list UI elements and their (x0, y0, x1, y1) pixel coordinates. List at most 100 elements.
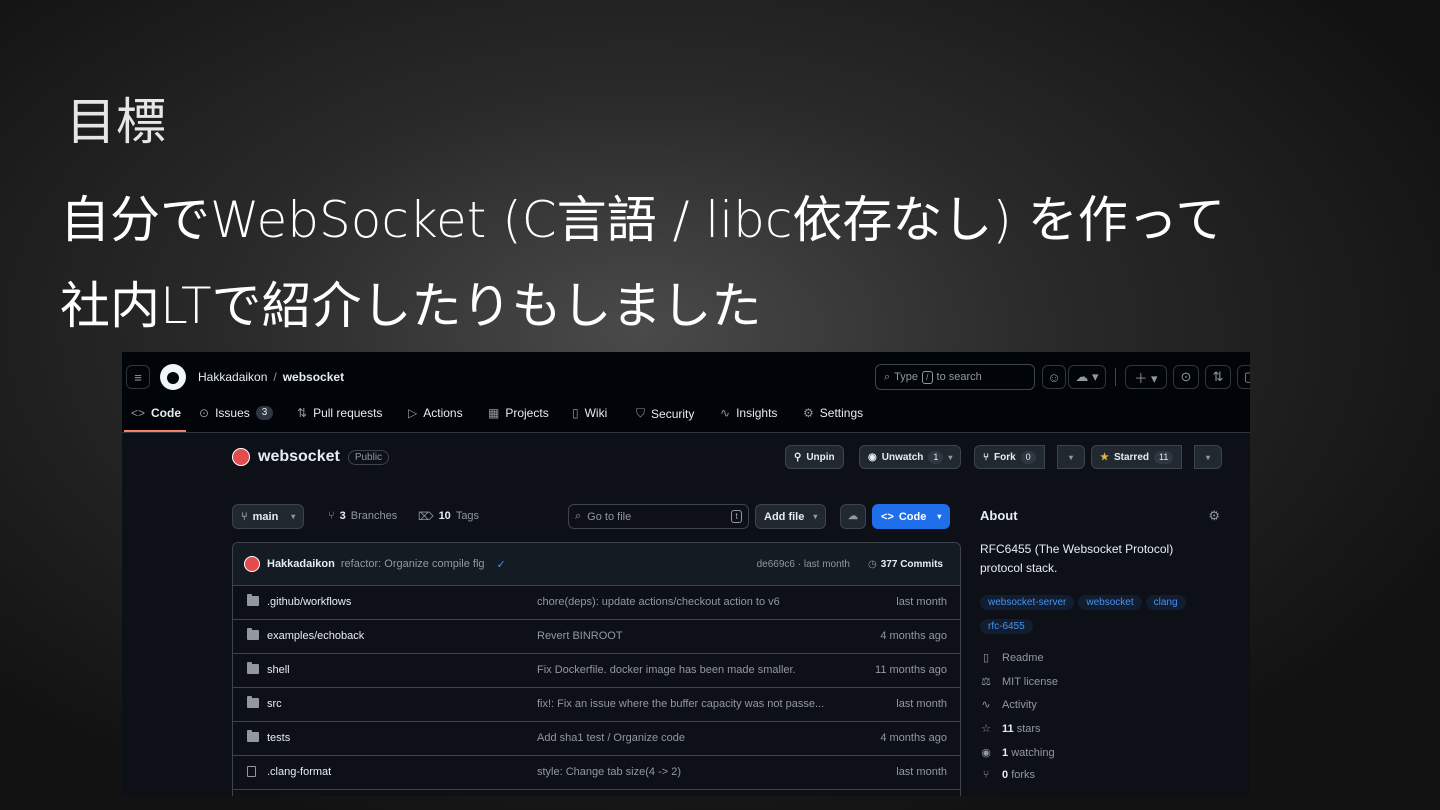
slide-line-1: 自分でWebSocket (C言語 / libc依存なし) を作って (60, 191, 1226, 249)
file-name[interactable]: shell (267, 664, 290, 676)
table-row[interactable]: tests Add sha1 test / Organize code 4 mo… (233, 722, 960, 756)
topic-tag[interactable]: clang (1145, 595, 1186, 610)
unpin-button[interactable]: ⚲ Unpin (785, 445, 844, 469)
tab-pull-requests[interactable]: ⇅ Pull requests (297, 406, 382, 420)
tab-insights[interactable]: ∿ Insights (720, 406, 777, 420)
tags-link[interactable]: ⌦ 10 Tags (418, 510, 479, 523)
star-dropdown-button[interactable]: ▾ (1194, 445, 1222, 469)
tab-label: Actions (423, 406, 463, 420)
file-date: last month (896, 698, 947, 710)
file-commit-message[interactable]: Fix Dockerfile. docker image has been ma… (537, 664, 796, 676)
branches-link[interactable]: ⑂ 3 Branches (328, 510, 397, 522)
topic-tag[interactable]: websocket-server (980, 595, 1075, 610)
table-row[interactable]: src fix!: Fix an issue where the buffer … (233, 688, 960, 722)
unwatch-label: Unwatch (881, 451, 924, 463)
graph-icon: ∿ (720, 406, 731, 420)
file-name[interactable]: .clang-format (267, 766, 331, 778)
play-icon: ▷ (408, 406, 418, 420)
search-prefix: Type (894, 371, 919, 383)
file-date: 4 months ago (880, 732, 947, 744)
table-row[interactable]: .clang-format style: Change tab size(4 -… (233, 756, 960, 790)
file-commit-message[interactable]: style: Change tab size(4 -> 2) (537, 766, 681, 778)
issues-count: 3 (255, 406, 274, 420)
tab-security[interactable]: ⛉ Security (636, 406, 694, 421)
commit-author[interactable]: Hakkadaikon (267, 558, 335, 570)
tab-actions[interactable]: ▷ Actions (408, 406, 463, 420)
stars-link[interactable]: ☆ 11 stars (980, 722, 1040, 736)
table-row[interactable]: .github/workflows chore(deps): update ac… (233, 586, 960, 620)
search-shortcut: / (922, 370, 933, 384)
forks-count: 0 (1002, 769, 1009, 781)
watch-count: 1 (928, 450, 944, 464)
branches-label: Branches (350, 510, 398, 522)
slide-line-2: 社内LTで紹介したりもしました (60, 277, 762, 335)
code-icon: <> (881, 510, 894, 523)
tab-code[interactable]: <> Code (131, 406, 181, 420)
commit-hash-time[interactable]: de669c6 · last month (757, 559, 850, 570)
branch-name: main (252, 510, 279, 523)
activity-link[interactable]: ∿ Activity (980, 698, 1036, 712)
tab-wiki[interactable]: ▯ Wiki (572, 406, 607, 420)
fork-dropdown-button[interactable]: ▾ (1057, 445, 1085, 469)
file-commit-message[interactable]: Add sha1 test / Organize code (537, 732, 685, 744)
commits-link[interactable]: ◷ 377 Commits (868, 559, 943, 570)
go-to-file-input[interactable]: ⌕ Go to file t (568, 504, 749, 529)
license-link[interactable]: ⚖ MIT license (980, 675, 1058, 689)
code-button[interactable]: <> Code ▾ (872, 504, 951, 529)
tab-issues[interactable]: ⊙ Issues 3 (199, 406, 274, 420)
topic-tag[interactable]: rfc-6455 (980, 619, 1033, 634)
cloud-icon: ☁ (848, 511, 858, 522)
table-row[interactable]: examples/echoback Revert BINROOT 4 month… (233, 620, 960, 654)
tab-label: Wiki (584, 406, 608, 420)
active-tab-indicator (124, 430, 186, 432)
codespaces-button[interactable]: ☁ (840, 504, 866, 529)
menu-button[interactable]: ≡ (126, 365, 150, 389)
gear-icon[interactable]: ⚙ (1208, 508, 1220, 524)
unpin-label: Unpin (806, 451, 835, 463)
starred-button[interactable]: ★ Starred 11 (1091, 445, 1183, 469)
branch-select[interactable]: ⑂ main ▾ (232, 504, 305, 529)
branches-count: 3 (339, 510, 346, 522)
repo-name[interactable]: websocket (258, 448, 340, 466)
chevron-down-icon: ▾ (813, 512, 818, 521)
file-name[interactable]: tests (267, 732, 290, 744)
create-new-button[interactable]: ＋ ▾ (1125, 365, 1167, 389)
commit-message[interactable]: refactor: Organize compile flg (341, 558, 485, 570)
star-count: 11 (1153, 450, 1174, 464)
add-file-button[interactable]: Add file ▾ (755, 504, 827, 529)
add-file-label: Add file (764, 510, 805, 523)
pull-requests-icon-button[interactable]: ⇅ (1205, 365, 1231, 389)
file-name[interactable]: src (267, 698, 282, 710)
file-name[interactable]: .github/workflows (267, 596, 351, 608)
tag-icon: ⌦ (418, 511, 434, 523)
issues-icon-button[interactable]: ⊙ (1173, 365, 1199, 389)
topic-tag[interactable]: websocket (1078, 595, 1142, 610)
readme-label: Readme (1002, 651, 1044, 664)
tab-projects[interactable]: ▦ Projects (488, 406, 549, 420)
notifications-button[interactable]: ▢ (1237, 365, 1250, 389)
file-commit-message[interactable]: Revert BINROOT (537, 630, 623, 642)
file-name[interactable]: examples/echoback (267, 630, 364, 642)
table-row[interactable]: shell Fix Dockerfile. docker image has b… (233, 654, 960, 688)
copilot-dropdown-button[interactable]: ☁ ▾ (1068, 365, 1106, 389)
readme-link[interactable]: ▯ Readme (980, 651, 1044, 665)
breadcrumb-repo[interactable]: websocket (283, 370, 344, 384)
copilot-button[interactable]: ☺ (1042, 365, 1066, 389)
tab-settings[interactable]: ⚙ Settings (803, 406, 863, 420)
breadcrumb-owner[interactable]: Hakkadaikon (198, 370, 267, 384)
law-icon: ⚖ (981, 676, 991, 688)
github-logo-icon[interactable] (160, 364, 186, 390)
forks-link[interactable]: ⑂ 0 forks (980, 769, 1035, 781)
file-commit-message[interactable]: chore(deps): update actions/checkout act… (537, 596, 780, 608)
fork-button[interactable]: ⑂ Fork 0 (974, 445, 1045, 469)
avatar (244, 556, 260, 572)
file-commit-message[interactable]: fix!: Fix an issue where the buffer capa… (537, 698, 824, 710)
tags-label: Tags (455, 510, 480, 522)
watching-count: 1 (1002, 746, 1009, 759)
search-input[interactable]: ⌕ Type / to search (875, 364, 1035, 390)
unwatch-button[interactable]: ◉ Unwatch 1 ▾ (859, 445, 962, 469)
file-date: last month (896, 596, 947, 608)
watching-link[interactable]: ◉ 1 watching (980, 746, 1054, 760)
latest-commit-row: Hakkadaikon refactor: Organize compile f… (233, 543, 960, 586)
tab-label: Settings (819, 406, 864, 420)
